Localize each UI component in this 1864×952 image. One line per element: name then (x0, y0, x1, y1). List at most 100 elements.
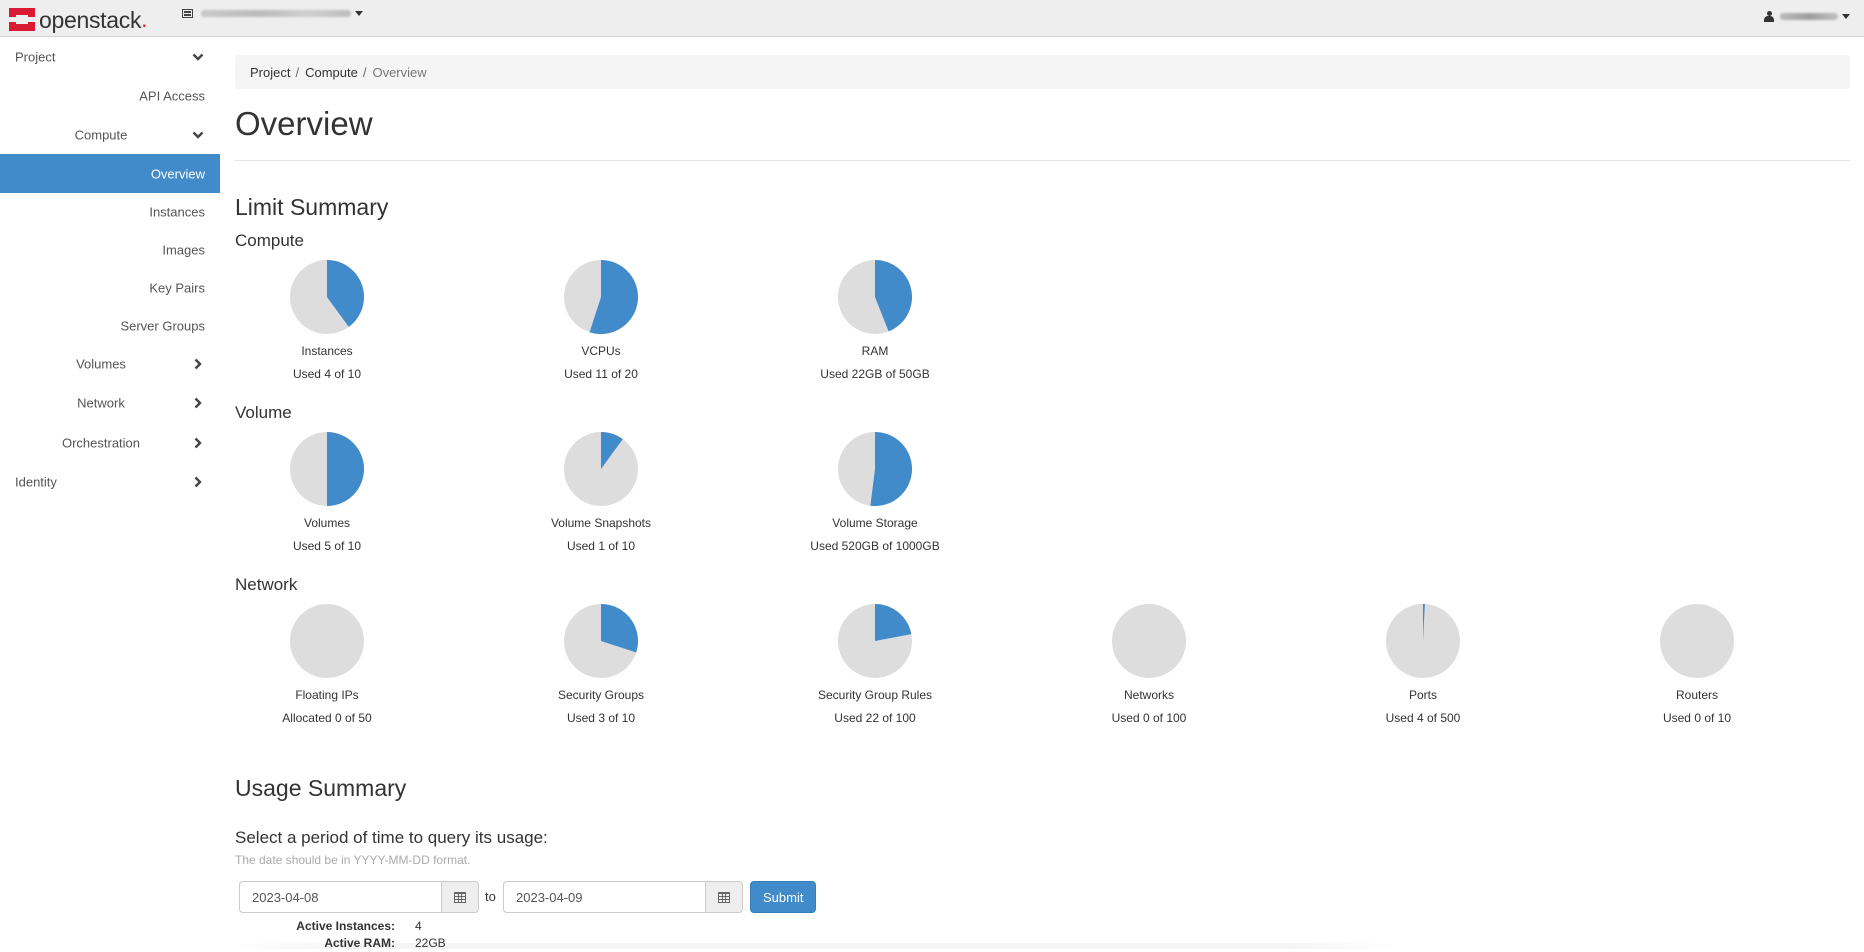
pie-chart (838, 260, 912, 334)
sidebar-nav: Project API Access Compute Overview Instance… (0, 37, 220, 501)
limit-pie-instances: Instances Used 4 of 10 (227, 259, 427, 381)
sidebar-item-label: Key Pairs (149, 280, 205, 296)
sidebar-item-compute[interactable]: Compute (0, 115, 220, 154)
chevron-right-icon (194, 397, 202, 409)
pie-usage-text: Allocated 0 of 50 (282, 711, 372, 725)
pie-usage-text: Used 4 of 500 (1385, 711, 1461, 725)
start-date-input[interactable] (239, 881, 441, 913)
sidebar-item-identity[interactable]: Identity (0, 462, 220, 501)
limit-pie-routers: Routers Used 0 of 10 (1597, 603, 1797, 725)
pie-usage-text: Used 0 of 100 (1111, 711, 1187, 725)
end-date-input[interactable] (503, 881, 705, 913)
pie-usage-text: Used 5 of 10 (292, 539, 362, 553)
breadcrumb: Project / Compute / Overview (235, 55, 1850, 89)
start-date-group (239, 881, 479, 913)
breadcrumb-project[interactable]: Project (250, 65, 290, 80)
submit-button[interactable]: Submit (750, 881, 817, 913)
sidebar-item-volumes[interactable]: Volumes (0, 345, 220, 383)
top-navbar: openstack. (0, 0, 1864, 37)
sidebar-item-overview[interactable]: Overview (0, 154, 220, 193)
username-redacted (1780, 13, 1838, 20)
pie-chart (290, 604, 364, 678)
stat-label: Active Instances: (296, 919, 395, 933)
pie-label: Networks (1123, 688, 1174, 702)
limit-pie-vcpus: VCPUs Used 11 of 20 (501, 259, 701, 381)
breadcrumb-current: Overview (372, 64, 427, 80)
sidebar-item-api-access[interactable]: API Access (0, 76, 220, 115)
project-selector-dropdown[interactable] (182, 9, 363, 18)
pie-slice-free (1112, 604, 1186, 678)
brand-dot: . (141, 6, 148, 32)
sidebar-item-instances[interactable]: Instances (0, 193, 220, 231)
pie-chart (290, 432, 364, 506)
caret-down-icon (1842, 14, 1850, 19)
sidebar-item-orchestration[interactable]: Orchestration (0, 423, 220, 462)
pie-usage-text: Used 22GB of 50GB (820, 367, 930, 381)
chevron-down-icon (192, 131, 204, 139)
sidebar-item-network[interactable]: Network (0, 383, 220, 423)
pie-usage-text: Used 0 of 10 (1662, 711, 1732, 725)
title-divider (235, 160, 1850, 161)
scroll-shadow (230, 943, 1400, 949)
pie-label: Security Group Rules (817, 688, 933, 702)
calendar-icon (454, 891, 466, 903)
sidebar-item-label: API Access (139, 88, 205, 103)
sidebar-item-images[interactable]: Images (0, 231, 220, 269)
limit-pie-security-groups: Security Groups Used 3 of 10 (501, 603, 701, 725)
date-format-hint: The date should be in YYYY-MM-DD format. (235, 853, 471, 867)
caret-down-icon (355, 11, 363, 16)
limit-pie-networks: Networks Used 0 of 100 (1049, 603, 1249, 725)
pie-chart (838, 604, 912, 678)
project-name-redacted (201, 10, 351, 17)
pie-usage-text: Used 3 of 10 (566, 711, 636, 725)
limit-pie-volume-snapshots: Volume Snapshots Used 1 of 10 (501, 431, 701, 553)
pie-label: Volumes (303, 516, 351, 530)
sidebar-item-label: Network (77, 395, 125, 411)
sidebar-item-label: Instances (149, 204, 205, 220)
chevron-right-icon (194, 476, 202, 487)
pie-label: Volume Storage (832, 516, 918, 530)
user-icon (1764, 11, 1774, 22)
pie-usage-text: Used 11 of 20 (564, 367, 638, 381)
sidebar-item-label: Orchestration (61, 435, 141, 450)
pie-slice-free (290, 604, 364, 678)
chevron-right-icon (194, 358, 202, 370)
sidebar-item-label: Overview (150, 166, 205, 181)
limit-pie-security-group-rules: Security Group Rules Used 22 of 100 (775, 603, 975, 725)
user-menu-dropdown[interactable] (1764, 11, 1850, 22)
limit-summary-heading: Limit Summary (235, 194, 389, 220)
stat-value: 4 (415, 919, 422, 933)
pie-label: VCPUs (581, 344, 621, 358)
calendar-icon (718, 891, 730, 903)
limit-group-heading-compute: Compute (235, 231, 304, 250)
sidebar-item-server-groups[interactable]: Server Groups (0, 307, 220, 345)
pie-chart (564, 432, 638, 506)
brand-name: openstack (39, 6, 142, 33)
limit-group-heading-volume: Volume (235, 403, 292, 422)
breadcrumb-separator: / (295, 64, 300, 80)
sidebar-item-label: Volumes (76, 356, 126, 372)
brand-logo-link[interactable]: openstack. (9, 6, 148, 33)
sidebar-item-label: Server Groups (120, 318, 205, 334)
pie-label: Volume Snapshots (550, 516, 652, 530)
limit-pie-ram: RAM Used 22GB of 50GB (775, 259, 975, 381)
end-date-calendar-button[interactable] (705, 881, 743, 913)
sidebar-item-label: Images (162, 242, 205, 258)
pie-label: Floating IPs (295, 688, 359, 702)
sidebar-item-key-pairs[interactable]: Key Pairs (0, 269, 220, 307)
limit-pie-ports: Ports Used 4 of 500 (1323, 603, 1523, 725)
pie-chart (290, 260, 364, 334)
breadcrumb-separator: / (362, 64, 367, 80)
start-date-calendar-button[interactable] (441, 881, 479, 913)
pie-usage-text: Used 22 of 100 (834, 711, 916, 725)
date-range-to-label: to (485, 889, 496, 904)
usage-period-prompt: Select a period of time to query its usa… (235, 828, 548, 847)
usage-summary-heading: Usage Summary (235, 775, 407, 801)
sidebar-item-project[interactable]: Project (0, 37, 220, 76)
pie-chart (564, 260, 638, 334)
pie-slice-used (327, 432, 364, 506)
pie-label: Instances (301, 344, 353, 358)
chevron-down-icon (192, 53, 204, 61)
breadcrumb-compute[interactable]: Compute (305, 65, 358, 80)
pie-usage-text: Used 4 of 10 (292, 367, 362, 381)
